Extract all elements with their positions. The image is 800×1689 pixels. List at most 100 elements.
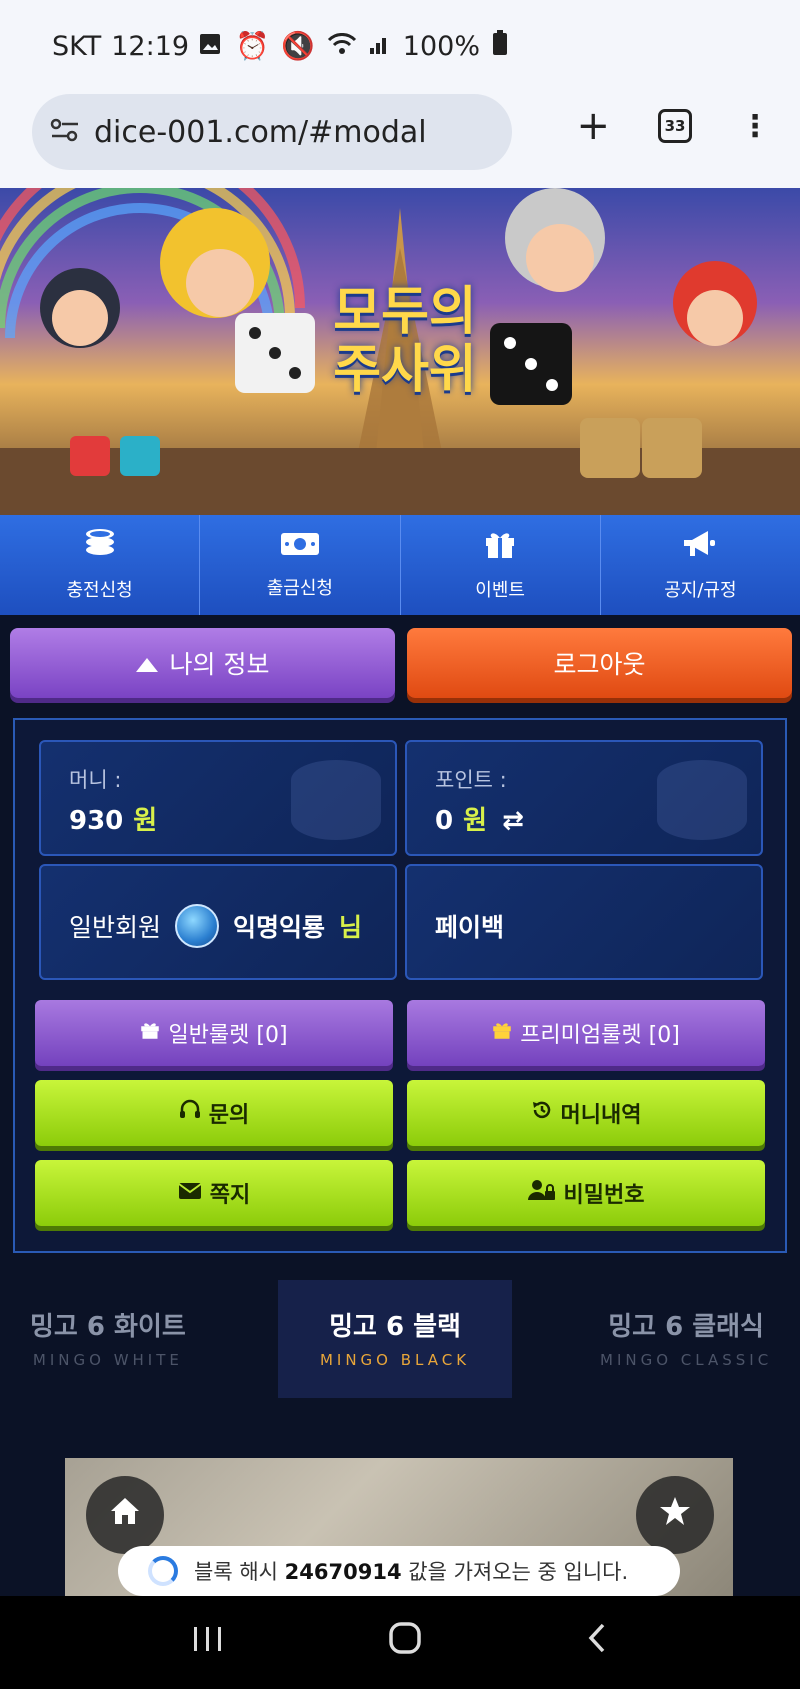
history-icon xyxy=(531,1099,553,1127)
inquiry-label: 문의 xyxy=(208,1103,250,1128)
gallery-icon xyxy=(199,31,221,62)
more-menu-icon[interactable]: ⋮ xyxy=(740,109,770,144)
game-tabs: 밍고 6 화이트 MINGO WHITE 밍고 6 블랙 MINGO BLACK… xyxy=(0,1280,800,1400)
point-value-row: 0원 ⇄ xyxy=(435,800,524,837)
tab-title: 밍고 6 클래식 xyxy=(608,1312,764,1342)
inquiry-button[interactable]: 문의 xyxy=(35,1080,393,1146)
message-label: 쪽지 xyxy=(209,1183,251,1208)
user-lock-icon xyxy=(527,1179,556,1207)
wifi-icon xyxy=(327,31,357,62)
member-grade-card: 일반회원 익명익룡 님 xyxy=(39,864,397,980)
home-button[interactable] xyxy=(86,1476,164,1554)
nav-event-label: 이벤트 xyxy=(475,580,525,601)
megaphone-icon xyxy=(682,528,718,566)
my-info-button[interactable]: 나의 정보 xyxy=(10,628,395,698)
caret-up-icon xyxy=(135,649,158,678)
gift-icon xyxy=(140,1020,160,1046)
nav-notice-rules[interactable]: 공지/규정 xyxy=(601,515,800,615)
home-nav-icon[interactable] xyxy=(388,1621,422,1664)
nav-withdraw-request[interactable]: 출금신청 xyxy=(200,515,401,615)
nav-deposit-request[interactable]: 충전신청 xyxy=(0,515,201,615)
grade-badge-icon xyxy=(175,904,220,948)
tab-subtitle: MINGO BLACK xyxy=(319,1351,471,1369)
battery-icon xyxy=(492,29,508,63)
normal-roulette-label: 일반룰렛 [0] xyxy=(168,1023,288,1048)
account-actions: 나의 정보 로그아웃 xyxy=(10,628,792,698)
favorite-button[interactable] xyxy=(636,1476,714,1554)
status-bar: SKT 12:19 ⏰ 🔇 100% xyxy=(0,0,800,92)
envelope-icon xyxy=(178,1181,202,1206)
password-label: 비밀번호 xyxy=(563,1183,645,1208)
normal-roulette-button[interactable]: 일반룰렛 [0] xyxy=(35,1000,393,1066)
headset-icon xyxy=(179,1099,201,1127)
alarm-icon: ⏰ xyxy=(235,31,270,62)
system-nav-bar xyxy=(0,1596,800,1689)
money-currency: 원 xyxy=(133,806,158,836)
tab-title: 밍고 6 블랙 xyxy=(329,1312,461,1342)
browser-toolbar: dice-001.com/#modal + 33 ⋮ xyxy=(0,92,800,188)
cash-icon xyxy=(280,530,320,564)
site-logo: 모두의 주사위 xyxy=(315,283,495,399)
point-card: 포인트 : 0원 ⇄ xyxy=(405,740,763,856)
quick-nav: 충전신청 출금신청 이벤트 공지/규정 xyxy=(0,515,800,615)
password-button[interactable]: 비밀번호 xyxy=(407,1160,765,1226)
tab-switcher-button[interactable]: 33 xyxy=(658,109,692,143)
toast-prefix: 블록 해시 xyxy=(194,1560,278,1584)
new-tab-icon[interactable]: + xyxy=(576,106,610,146)
home-icon xyxy=(109,1496,141,1534)
nav-notice-label: 공지/규정 xyxy=(664,580,737,601)
coins-decor-icon xyxy=(657,760,747,840)
site-settings-icon[interactable] xyxy=(50,117,80,147)
logout-button[interactable]: 로그아웃 xyxy=(407,628,792,698)
gift-icon xyxy=(484,528,516,566)
tab-mingo-white[interactable]: 밍고 6 화이트 MINGO WHITE xyxy=(30,1306,186,1369)
loading-toast: 블록 해시 24670914 값을 가져오는 중 입니다. xyxy=(118,1546,680,1596)
point-currency: 원 xyxy=(463,806,488,836)
tab-mingo-classic[interactable]: 밍고 6 클래식 MINGO CLASSIC xyxy=(600,1306,772,1369)
nickname: 익명익룡 xyxy=(233,913,326,942)
money-value-row: 930 원 xyxy=(69,800,157,837)
toast-message: 블록 해시 24670914 값을 가져오는 중 입니다. xyxy=(194,1556,628,1586)
nav-withdraw-label: 출금신청 xyxy=(266,578,333,599)
money-value: 930 xyxy=(69,806,124,836)
tab-title: 밍고 6 화이트 xyxy=(30,1312,186,1342)
coins-decor-icon xyxy=(291,760,381,840)
logo-line-2: 주사위 xyxy=(333,340,477,400)
money-label: 머니 : xyxy=(69,768,122,792)
point-value: 0 xyxy=(435,806,454,836)
convert-arrows-icon[interactable]: ⇄ xyxy=(502,806,524,836)
back-icon[interactable] xyxy=(585,1621,609,1664)
coins-icon xyxy=(83,528,117,566)
payback-label: 페이백 xyxy=(435,913,505,942)
message-button[interactable]: 쪽지 xyxy=(35,1160,393,1226)
carrier-label: SKT xyxy=(52,30,102,62)
logout-label: 로그아웃 xyxy=(553,650,646,679)
grade-label: 일반회원 xyxy=(69,913,162,942)
money-card: 머니 : 930 원 xyxy=(39,740,397,856)
money-history-button[interactable]: 머니내역 xyxy=(407,1080,765,1146)
battery-label: 100% xyxy=(402,30,480,62)
url-text: dice-001.com/#modal xyxy=(94,114,427,150)
signal-icon xyxy=(369,31,391,62)
tab-mingo-black[interactable]: 밍고 6 블랙 MINGO BLACK xyxy=(278,1280,512,1398)
point-label: 포인트 : xyxy=(435,768,507,792)
logo-line-1: 모두의 xyxy=(333,282,477,342)
address-bar[interactable]: dice-001.com/#modal xyxy=(32,94,512,170)
recent-apps-icon[interactable] xyxy=(191,1622,225,1663)
account-panel: 머니 : 930 원 포인트 : 0원 ⇄ 일반회원 익명익룡 님 페이백 일반룰… xyxy=(13,718,787,1253)
gift-icon xyxy=(492,1020,512,1046)
money-history-label: 머니내역 xyxy=(560,1103,642,1128)
payback-card[interactable]: 페이백 xyxy=(405,864,763,980)
my-info-label: 나의 정보 xyxy=(169,650,270,679)
honorific: 님 xyxy=(339,913,363,942)
spinner-icon xyxy=(148,1556,178,1586)
nav-deposit-label: 충전신청 xyxy=(66,580,133,601)
toast-suffix: 값을 가져오는 중 입니다. xyxy=(408,1560,629,1584)
star-icon xyxy=(659,1496,691,1534)
premium-roulette-button[interactable]: 프리미엄룰렛 [0] xyxy=(407,1000,765,1066)
nav-event[interactable]: 이벤트 xyxy=(401,515,601,615)
mute-icon: 🔇 xyxy=(281,31,315,62)
hero-banner: 모두의 주사위 xyxy=(0,188,800,515)
tab-subtitle: MINGO CLASSIC xyxy=(600,1351,773,1369)
block-hash: 24670914 xyxy=(284,1560,402,1584)
